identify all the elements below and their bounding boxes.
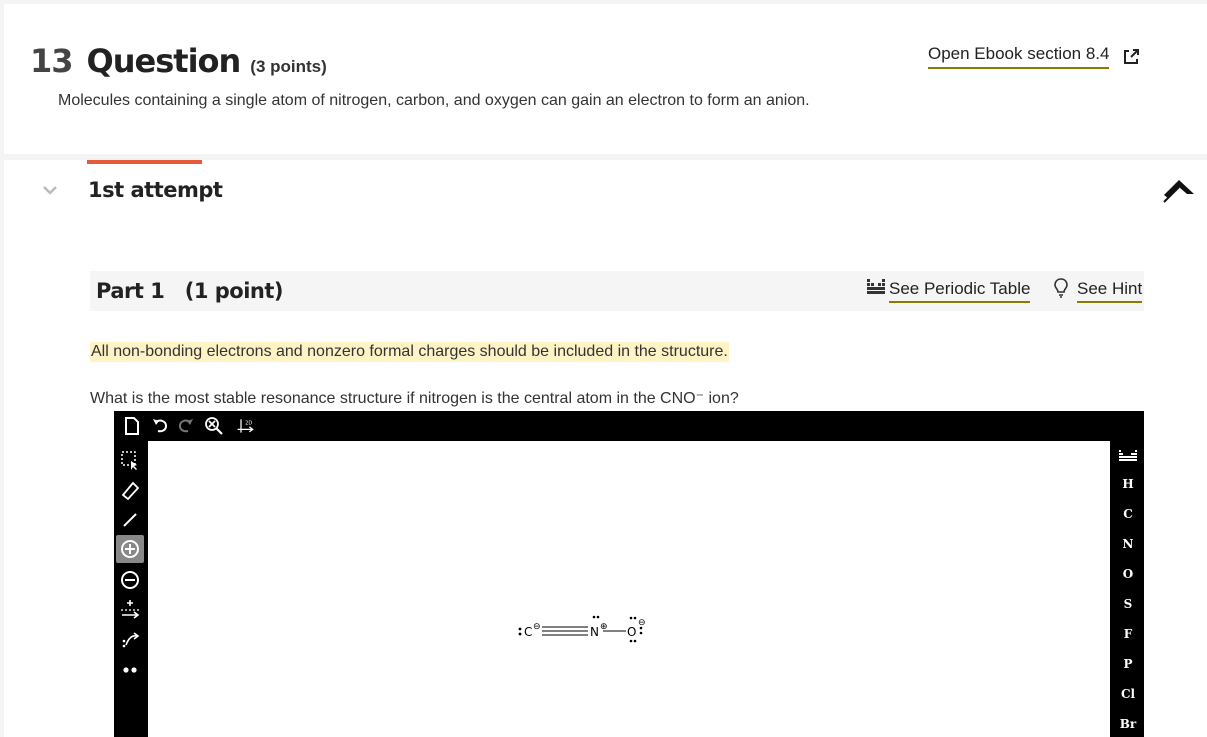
lone-pair-icon[interactable] bbox=[119, 659, 141, 681]
lone-pair-dot bbox=[633, 639, 637, 643]
see-periodic-table-link[interactable]: See Periodic Table bbox=[889, 279, 1031, 303]
question-description: Molecules containing a single atom of ni… bbox=[58, 92, 810, 109]
instruction-text: All non-bonding electrons and nonzero fo… bbox=[90, 342, 729, 362]
see-hint-link[interactable]: See Hint bbox=[1077, 279, 1143, 303]
lone-pair-dot bbox=[633, 616, 637, 620]
question-number: 13 bbox=[30, 42, 74, 80]
eraser-icon[interactable] bbox=[119, 479, 141, 501]
atom-carbon[interactable]: C bbox=[524, 625, 532, 639]
chevron-down-icon[interactable] bbox=[42, 184, 58, 196]
new-document-icon[interactable] bbox=[122, 416, 142, 436]
single-bond-icon[interactable] bbox=[119, 509, 141, 531]
lone-pair-dot bbox=[639, 631, 643, 635]
element-palette: H C N O S F P Cl Br bbox=[1112, 441, 1144, 737]
external-link-icon[interactable] bbox=[1122, 48, 1140, 66]
element-p-button[interactable]: P bbox=[1112, 657, 1144, 671]
lone-pair-dot bbox=[592, 615, 596, 619]
periodic-table-icon[interactable] bbox=[1118, 449, 1138, 463]
element-f-button[interactable]: F bbox=[1112, 627, 1144, 641]
undo-icon[interactable] bbox=[150, 416, 170, 436]
charge-minus-carbon: ⊖ bbox=[533, 622, 541, 632]
lone-pair-dot bbox=[518, 627, 522, 631]
lone-pair-dot bbox=[629, 616, 633, 620]
molecule-structure[interactable]: C ⊖ N ⊕ O ⊖ bbox=[148, 441, 1110, 737]
editor-top-toolbar: 2D bbox=[114, 411, 1144, 441]
question-title: 13 Question (3 points) bbox=[30, 42, 327, 80]
periodic-table-icon[interactable] bbox=[866, 277, 886, 295]
element-s-button[interactable]: S bbox=[1112, 597, 1144, 611]
part-header: Part 1 (1 point) See Periodic Table See … bbox=[90, 271, 1144, 311]
lone-pair-dot bbox=[518, 632, 522, 636]
element-c-button[interactable]: C bbox=[1112, 507, 1144, 521]
positive-charge-icon[interactable] bbox=[119, 538, 141, 560]
triple-bond[interactable] bbox=[542, 626, 588, 636]
attempt-section: 1st attempt Part 1 (1 point) See Periodi… bbox=[4, 160, 1207, 737]
redo-icon[interactable] bbox=[176, 416, 196, 436]
svg-text:2D: 2D bbox=[245, 420, 252, 426]
element-br-button[interactable]: Br bbox=[1112, 717, 1144, 731]
question-points: (3 points) bbox=[250, 57, 327, 76]
clean-2d-icon[interactable]: 2D bbox=[236, 416, 256, 436]
atom-oxygen[interactable]: O bbox=[627, 625, 636, 639]
lightbulb-icon[interactable] bbox=[1053, 277, 1069, 299]
part-title: Part 1 (1 point) bbox=[96, 279, 284, 303]
atom-nitrogen[interactable]: N bbox=[590, 625, 599, 639]
editor-left-toolbar bbox=[114, 441, 146, 737]
question-header: 13 Question (3 points) Molecules contain… bbox=[4, 4, 1207, 154]
element-h-button[interactable]: H bbox=[1112, 477, 1144, 491]
lone-pair-dot bbox=[596, 615, 600, 619]
lone-pair-dot bbox=[629, 639, 633, 643]
negative-charge-icon[interactable] bbox=[119, 569, 141, 591]
collapse-arrow-icon[interactable] bbox=[1160, 178, 1198, 204]
structure-editor: 2D C ⊖ N ⊕ O ⊖ H C N O S F P Cl Br bbox=[114, 411, 1144, 737]
question-text: What is the most stable resonance struct… bbox=[90, 390, 739, 407]
reaction-arrow-icon[interactable] bbox=[119, 598, 141, 620]
zoom-clear-icon[interactable] bbox=[204, 416, 224, 436]
charge-minus-oxygen: ⊖ bbox=[638, 618, 646, 628]
element-cl-button[interactable]: Cl bbox=[1112, 687, 1144, 701]
element-o-button[interactable]: O bbox=[1112, 567, 1144, 581]
drawing-canvas[interactable]: C ⊖ N ⊕ O ⊖ bbox=[148, 441, 1110, 737]
element-n-button[interactable]: N bbox=[1112, 537, 1144, 551]
attempt-label[interactable]: 1st attempt bbox=[88, 178, 223, 202]
attempt-accent-bar bbox=[87, 160, 202, 164]
page: 13 Question (3 points) Molecules contain… bbox=[0, 0, 1207, 737]
select-lasso-icon[interactable] bbox=[119, 449, 141, 471]
curved-arrow-icon[interactable] bbox=[119, 629, 141, 651]
question-word: Question bbox=[86, 42, 242, 80]
open-ebook-link[interactable]: Open Ebook section 8.4 bbox=[928, 44, 1110, 69]
